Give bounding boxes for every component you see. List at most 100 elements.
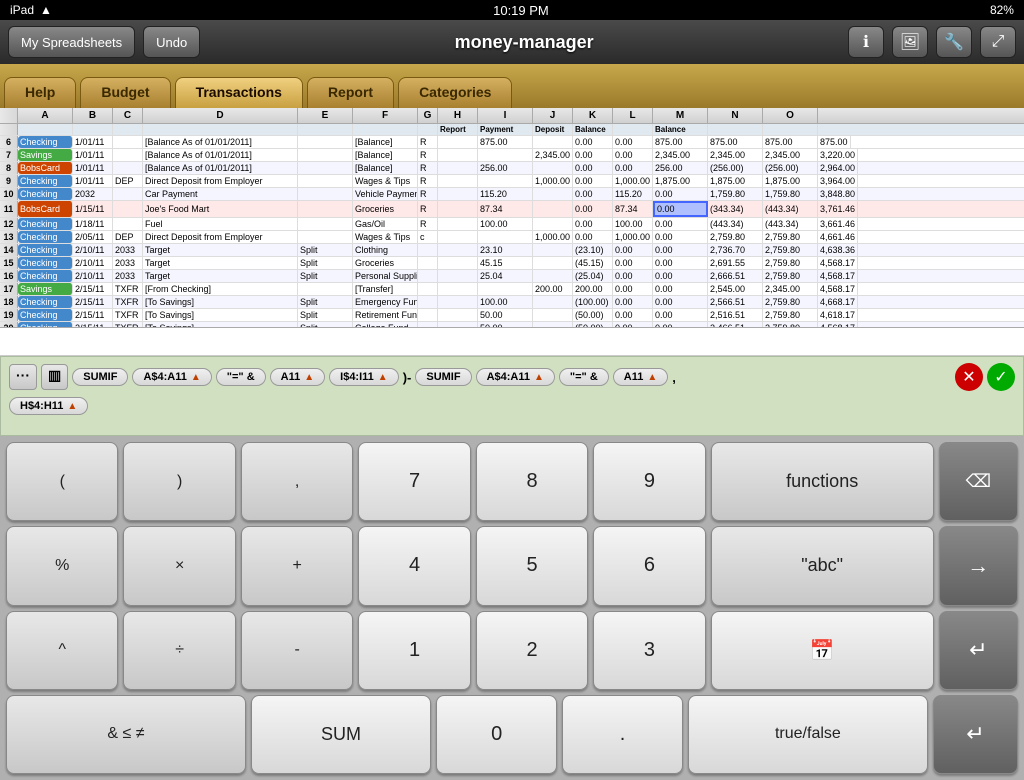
cell[interactable]: [438, 162, 478, 174]
cell[interactable]: DEP: [113, 231, 143, 243]
cell[interactable]: [438, 149, 478, 161]
cell[interactable]: Checking: [18, 231, 73, 243]
cell[interactable]: Checking: [18, 188, 73, 200]
key-sum[interactable]: SUM: [251, 695, 431, 774]
cell[interactable]: 2033: [113, 257, 143, 269]
cell[interactable]: [438, 136, 478, 148]
eq2-pill[interactable]: "=" &: [559, 368, 609, 386]
cell[interactable]: 4,661.46: [818, 231, 858, 243]
cell[interactable]: R: [418, 162, 438, 174]
cell[interactable]: [418, 283, 438, 295]
cell[interactable]: 2,566.51: [708, 296, 763, 308]
cell[interactable]: Checking: [18, 296, 73, 308]
range2-pill[interactable]: A$4:A11 ▲: [476, 368, 555, 386]
col-L[interactable]: L: [613, 108, 653, 123]
cell[interactable]: 0.00: [653, 188, 708, 200]
cell[interactable]: 0.00: [573, 136, 613, 148]
cell[interactable]: 2/15/11: [73, 309, 113, 321]
cell[interactable]: c: [418, 231, 438, 243]
key-datetime[interactable]: 📅: [711, 611, 934, 690]
cell[interactable]: 1,000.00: [533, 175, 573, 187]
cell[interactable]: R: [418, 175, 438, 187]
cell[interactable]: DEP: [113, 175, 143, 187]
cell[interactable]: [Transfer]: [353, 283, 418, 295]
cell[interactable]: 1,000.00: [613, 231, 653, 243]
cell[interactable]: 100.00: [613, 218, 653, 230]
table-row[interactable]: 9Checking1/01/11DEPDirect Deposit from E…: [0, 175, 1024, 188]
cell[interactable]: 4,638.36: [818, 244, 858, 256]
cell[interactable]: 0.00: [573, 201, 613, 217]
cell[interactable]: 1,000.00: [613, 175, 653, 187]
cell[interactable]: Emergency Fund: [353, 296, 418, 308]
cell[interactable]: 0.00: [573, 188, 613, 200]
cell[interactable]: Fuel: [143, 218, 298, 230]
cell[interactable]: R: [418, 149, 438, 161]
cell[interactable]: 2,759.80: [763, 296, 818, 308]
col-I[interactable]: I: [478, 108, 533, 123]
cell[interactable]: 87.34: [613, 201, 653, 217]
cell[interactable]: 0.00: [653, 201, 708, 217]
cell[interactable]: 0.00: [573, 218, 613, 230]
cell[interactable]: 1/18/11: [73, 218, 113, 230]
cancel-button[interactable]: ✕: [955, 363, 983, 391]
cell[interactable]: [Balance As of 01/01/2011]: [143, 149, 298, 161]
key-subtract[interactable]: -: [241, 611, 353, 690]
cell[interactable]: 0.00: [573, 231, 613, 243]
key-close-paren[interactable]: ): [123, 442, 235, 521]
cell[interactable]: [Balance As of 01/01/2011]: [143, 136, 298, 148]
cell[interactable]: [113, 218, 143, 230]
cell[interactable]: 0.00: [613, 296, 653, 308]
cell[interactable]: [533, 244, 573, 256]
cell[interactable]: 1/01/11: [73, 149, 113, 161]
cell[interactable]: 3,220.00: [818, 149, 858, 161]
cell[interactable]: 87.34: [478, 201, 533, 217]
cell[interactable]: Gas/Oil: [353, 218, 418, 230]
cell[interactable]: TXFR: [113, 283, 143, 295]
cell[interactable]: Target: [143, 244, 298, 256]
cell[interactable]: 2,516.51: [708, 309, 763, 321]
cell[interactable]: Target: [143, 257, 298, 269]
cell[interactable]: [533, 201, 573, 217]
cell[interactable]: 2,964.00: [818, 162, 858, 174]
cell[interactable]: 2,759.80: [708, 231, 763, 243]
key-truefalse[interactable]: true/false: [688, 695, 928, 774]
confirm-button[interactable]: ✓: [987, 363, 1015, 391]
cell[interactable]: 0.00: [653, 244, 708, 256]
cell[interactable]: 0.00: [613, 270, 653, 282]
cell[interactable]: (45.15): [573, 257, 613, 269]
cell[interactable]: (100.00): [573, 296, 613, 308]
table-row[interactable]: 6Checking1/01/11[Balance As of 01/01/201…: [0, 136, 1024, 149]
cell[interactable]: Personal Supplies: [353, 270, 418, 282]
key-2[interactable]: 2: [476, 611, 588, 690]
cell[interactable]: BobsCard: [18, 162, 73, 174]
info-button[interactable]: ℹ: [848, 26, 884, 58]
cell[interactable]: 2/15/11: [73, 283, 113, 295]
cell[interactable]: R: [418, 188, 438, 200]
cell[interactable]: Split: [298, 270, 353, 282]
col-B[interactable]: B: [73, 108, 113, 123]
tab-budget[interactable]: Budget: [80, 77, 170, 108]
cell[interactable]: [418, 270, 438, 282]
cell[interactable]: [438, 188, 478, 200]
cell[interactable]: Clothing: [353, 244, 418, 256]
cell[interactable]: Checking: [18, 175, 73, 187]
table-row[interactable]: 14Checking2/10/112033TargetSplitClothing…: [0, 244, 1024, 257]
cell[interactable]: [533, 257, 573, 269]
cell[interactable]: 875.00: [708, 136, 763, 148]
cell[interactable]: [298, 149, 353, 161]
table-row[interactable]: 17Savings2/15/11TXFR[From Checking][Tran…: [0, 283, 1024, 296]
cell[interactable]: 2,345.00: [708, 149, 763, 161]
cell[interactable]: [438, 175, 478, 187]
cell[interactable]: [478, 283, 533, 295]
key-enter-3[interactable]: ↵: [939, 611, 1018, 690]
table-row[interactable]: 16Checking2/10/112033TargetSplitPersonal…: [0, 270, 1024, 283]
key-add[interactable]: +: [241, 526, 353, 605]
cell[interactable]: Car Payment: [143, 188, 298, 200]
table-row[interactable]: 13Checking2/05/11DEPDirect Deposit from …: [0, 231, 1024, 244]
tab-transactions[interactable]: Transactions: [175, 77, 303, 108]
cell[interactable]: 23.10: [478, 244, 533, 256]
cell[interactable]: 50.00: [478, 309, 533, 321]
cell[interactable]: (443.34): [708, 218, 763, 230]
cell[interactable]: Savings: [18, 283, 73, 295]
cell[interactable]: 2,759.80: [763, 270, 818, 282]
